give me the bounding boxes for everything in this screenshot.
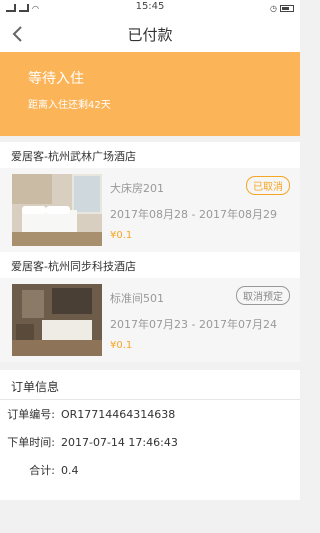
hotel-room-photo (12, 284, 102, 356)
banner-title: 等待入住 (28, 71, 84, 87)
hotel-name: 爱居客-杭州武林广场酒店 (11, 150, 136, 163)
order-time-value: 2017-07-14 17:46:43 (61, 435, 178, 449)
room-price: ¥0.1 (110, 229, 133, 241)
order-number-row: 订单编号: OR17714464314638 (0, 400, 300, 428)
nav-bar: 已付款 (0, 16, 300, 52)
status-banner: 等待入住 距离入住还剩42天 (0, 52, 300, 136)
page-title: 已付款 (127, 25, 173, 44)
room-row[interactable]: 大床房201 2017年08月28 - 2017年08月29 ¥0.1 已取消 (0, 168, 300, 252)
room-price: ¥0.1 (110, 339, 133, 351)
room-dates: 2017年07月23 - 2017年07月24 (110, 317, 277, 331)
order-card-2[interactable]: 爱居客-杭州同步科技酒店 标准间501 2017年07月23 - 2017年07… (0, 252, 300, 362)
back-arrow-icon[interactable] (8, 24, 28, 44)
battery-icon (280, 4, 294, 12)
hotel-name: 爱居客-杭州同步科技酒店 (11, 260, 136, 273)
order-info-section: 订单信息 订单编号: OR17714464314638 下单时间: 2017-0… (0, 370, 300, 500)
order-total-label: 合计: (29, 464, 55, 477)
banner-subtitle: 距离入住还剩42天 (28, 100, 111, 111)
order-time-label: 下单时间: (7, 436, 55, 449)
order-number-label: 订单编号: (7, 408, 55, 421)
room-dates: 2017年08月28 - 2017年08月29 (110, 207, 277, 221)
room-row[interactable]: 标准间501 2017年07月23 - 2017年07月24 ¥0.1 取消预定 (0, 278, 300, 362)
order-total-row: 合计: 0.4 (0, 456, 300, 484)
status-time: 15:45 (135, 1, 165, 12)
status-bar: ◠ 15:45 ◷ (0, 0, 300, 16)
hotel-room-photo (12, 174, 102, 246)
cancelled-badge: 已取消 (246, 176, 290, 195)
order-card-1[interactable]: 爱居客-杭州武林广场酒店 大床房201 2017年08月28 - 2017年08… (0, 142, 300, 252)
order-total-value: 0.4 (61, 463, 79, 477)
cancel-booking-button[interactable]: 取消预定 (236, 286, 290, 305)
order-number-value: OR17714464314638 (61, 407, 176, 421)
order-time-row: 下单时间: 2017-07-14 17:46:43 (0, 428, 300, 456)
order-info-header: 订单信息 (0, 370, 300, 400)
